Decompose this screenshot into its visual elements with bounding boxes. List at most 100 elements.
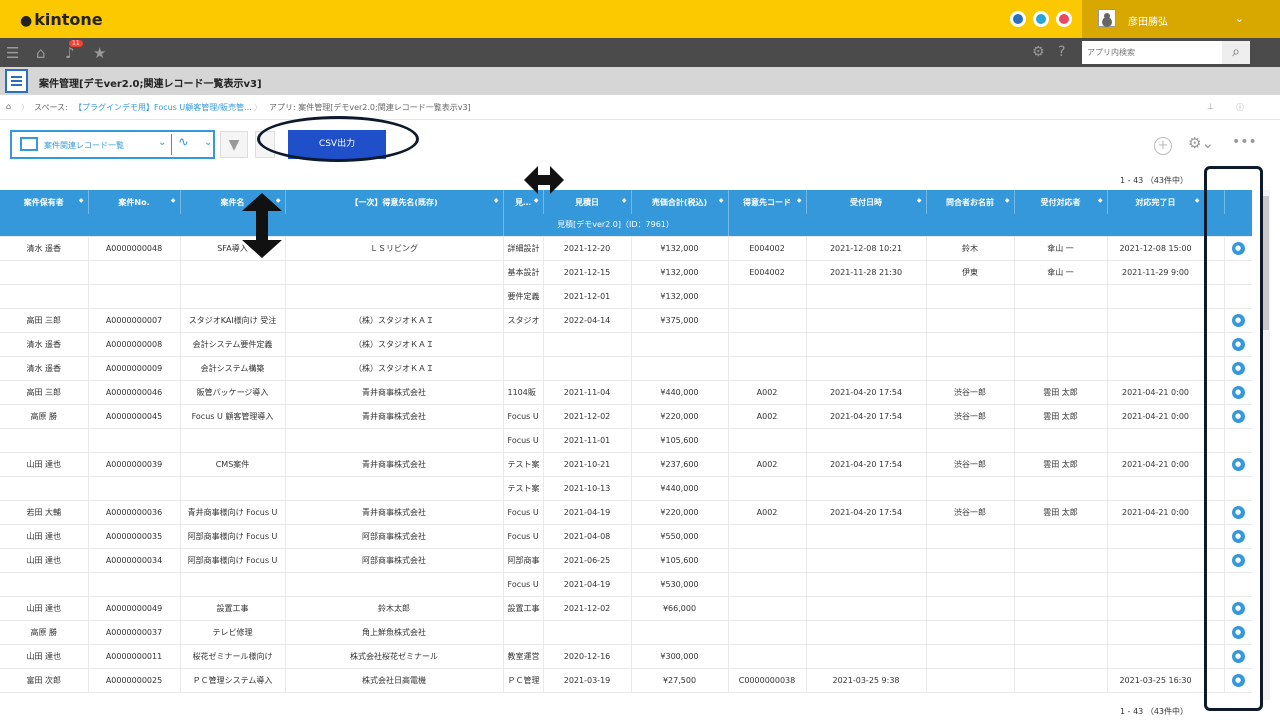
table-cell: 高原 勝 [0, 620, 89, 645]
table-cell: ¥105,600 [631, 548, 729, 573]
app-title: 案件管理[デモver2.0;関連レコード一覧表示v3] [39, 79, 262, 90]
table-row[interactable]: Focus U 2021-11-01 ¥105,600 [0, 428, 1252, 453]
chevron-down-icon[interactable]: ⌄ [204, 137, 212, 148]
table-cell: 鈴木太郎 [285, 596, 504, 621]
help-icon[interactable]: ? [1058, 44, 1065, 60]
table-row[interactable]: 高原 勝 A0000000045 Focus U 顧客管理導入 青井商事株式会社 Foc… [0, 404, 1252, 429]
table-row[interactable]: 清水 遥香 A0000000009 会計システム構築 （株）スタジオＫＡＩ ● [0, 356, 1252, 381]
sort-icon[interactable]: ◆ [797, 197, 802, 204]
filter-icon[interactable]: ▼ [220, 131, 248, 158]
table-cell [728, 308, 807, 333]
table-row[interactable]: 若田 大輔 A0000000036 青井商事様向け Focus U 青井商事株式会社 F… [0, 500, 1252, 525]
table-cell: 山田 達也 [0, 524, 89, 549]
table-cell: 2021-12-08 10:21 [806, 236, 927, 261]
info-icon[interactable]: ⓘ [1236, 102, 1244, 113]
table-row[interactable]: 高田 三郎 A0000000046 販管パッケージ導入 青井商事株式会社 1104販 20… [0, 380, 1252, 405]
record-table: 案件保有者◆案件No.◆案件名◆↓【一次】得意先名(既存)◆見…◆見積日◆売価合… [0, 190, 1252, 720]
table-cell [728, 620, 807, 645]
graph-icon[interactable]: ∿ [178, 135, 189, 150]
sort-icon[interactable]: ◆ [534, 197, 539, 204]
gear-icon[interactable]: ⚙ [1032, 44, 1045, 60]
mail-service-icon[interactable] [1056, 11, 1072, 27]
search-icon[interactable]: ⌕ [1222, 41, 1250, 64]
column-header[interactable]: 売価合計(税込) ◆ [631, 190, 729, 214]
sort-icon[interactable]: ◆ [494, 197, 499, 204]
table-row[interactable]: 富田 次郎 A0000000025 ＰＣ管理システム導入 株式会社日高電機 ＰＣ管理 20… [0, 668, 1252, 693]
table-row[interactable]: 高原 勝 A0000000037 テレビ修理 角上鮮魚株式会社 ● [0, 620, 1252, 645]
table-cell: 角上鮮魚株式会社 [285, 620, 504, 645]
table-row[interactable]: 要件定義 2021-12-01 ¥132,000 [0, 284, 1252, 309]
table-row[interactable]: テスト案 2021-10-13 ¥440,000 [0, 476, 1252, 501]
home-icon[interactable]: ⌂ [36, 44, 46, 62]
breadcrumb-separator: 〉 [21, 103, 29, 112]
column-header[interactable]: 【一次】得意先名(既存) ◆ [285, 190, 504, 214]
sort-icon[interactable]: ◆ [1098, 197, 1103, 204]
table-cell [285, 260, 504, 285]
column-header[interactable]: 受付対応者 ◆ [1014, 190, 1108, 214]
more-options-icon[interactable]: ••• [1232, 134, 1257, 150]
table-cell [806, 476, 927, 501]
table-cell: ¥220,000 [631, 404, 729, 429]
table-cell: 鈴木 [926, 236, 1015, 261]
star-icon[interactable]: ★ [93, 44, 106, 62]
table-cell: A0000000035 [88, 524, 181, 549]
table-row[interactable]: 山田 達也 A0000000011 桜花ゼミナール様向け 株式会社桜花ゼミナール 教室運… [0, 644, 1252, 669]
column-header[interactable]: 案件保有者 ◆ [0, 190, 89, 214]
table-cell: A0000000045 [88, 404, 181, 429]
table-cell [1107, 476, 1205, 501]
table-cell [1107, 308, 1205, 333]
column-header[interactable]: 問合者お名前 ◆ [926, 190, 1015, 214]
table-row[interactable]: 清水 遥香 A0000000008 会計システム要件定義 （株）スタジオＫＡＩ ● [0, 332, 1252, 357]
table-row[interactable]: 高田 三郎 A0000000007 スタジオKAI様向け 受注 （株）スタジオＫＡＩ ス… [0, 308, 1252, 333]
table-cell [728, 356, 807, 381]
column-header[interactable]: 受付日時 ◆ [806, 190, 927, 214]
sort-icon[interactable]: ◆ [171, 197, 176, 204]
view-selector[interactable]: 案件関連レコード一覧 ⌄ ∿ ⌄ [10, 130, 215, 159]
column-header[interactable]: 案件No. ◆ [88, 190, 181, 214]
table-cell: 設置工事 [180, 596, 286, 621]
table-row[interactable]: 山田 達也 A0000000049 設置工事 鈴木太郎 設置工事 2021-12-02 ¥6… [0, 596, 1252, 621]
user-menu[interactable]: 彦田勝弘 ⌄ [1082, 0, 1280, 38]
table-cell: 2021-03-25 9:38 [806, 668, 927, 693]
sort-icon[interactable]: ◆ [1195, 197, 1200, 204]
table-row[interactable]: 山田 達也 A0000000035 阿部商事様向け Focus U 阿部商事株式会社 F… [0, 524, 1252, 549]
table-scrollbar[interactable] [1262, 190, 1270, 700]
table-cell [503, 356, 544, 381]
column-header[interactable]: 得意先コード ◆ [728, 190, 807, 214]
table-row[interactable]: 清水 遥香 A0000000048 SFA導入 ＬＳリビング 詳細設計 2021-12-2… [0, 236, 1252, 261]
view-list-dropdown[interactable]: 案件関連レコード一覧 ⌄ [14, 134, 172, 155]
breadcrumb-space-link[interactable]: 【プラグインデモ用】Focus U顧客管理/販売管… [74, 102, 252, 113]
scroll-thumb[interactable] [1263, 196, 1269, 330]
garoon-service-icon[interactable] [1033, 11, 1049, 27]
pin-icon[interactable]: ⊥ [1207, 102, 1214, 111]
breadcrumb-app-link[interactable]: アプリ: 案件管理[デモver2.0;関連レコード一覧表示v3] [269, 102, 471, 113]
table-cell [1014, 644, 1108, 669]
sort-icon[interactable]: ◆ [622, 197, 627, 204]
table-cell: 2020-12-16 [543, 644, 632, 669]
sort-icon[interactable]: ◆ [719, 197, 724, 204]
add-record-icon[interactable]: + [1154, 137, 1172, 155]
breadcrumb-home-icon[interactable]: ⌂ [6, 102, 11, 111]
app-search-input[interactable] [1082, 41, 1222, 64]
sort-icon[interactable]: ◆ [917, 197, 922, 204]
table-cell: 阿部商事 [503, 548, 544, 573]
column-header[interactable]: 対応完了日 ◆ [1107, 190, 1205, 214]
menu-icon[interactable]: ☰ [6, 44, 19, 62]
table-cell: 2021-06-25 [543, 548, 632, 573]
table-cell: テレビ修理 [180, 620, 286, 645]
table-cell: ¥132,000 [631, 260, 729, 285]
sort-icon[interactable]: ◆ [79, 197, 84, 204]
table-cell [0, 572, 89, 597]
table-row[interactable]: Focus U 2021-04-19 ¥530,000 [0, 572, 1252, 597]
table-row[interactable]: 山田 達也 A0000000034 阿部商事様向け Focus U 阿部商事株式会社阿… [0, 548, 1252, 573]
table-cell [1014, 668, 1108, 693]
sort-icon[interactable]: ◆ [1005, 197, 1010, 204]
kintone-logo[interactable]: ● kintone [20, 10, 103, 29]
google-service-icon[interactable] [1010, 11, 1026, 27]
table-row[interactable]: 基本設計 2021-12-15 ¥132,000 E004002 2021-11-28 … [0, 260, 1252, 285]
table-cell [631, 620, 729, 645]
table-cell [926, 548, 1015, 573]
table-cell [0, 260, 89, 285]
table-row[interactable]: 山田 達也 A0000000039 CMS案件 青井商事株式会社 テスト案 2021-10… [0, 452, 1252, 477]
app-settings-icon[interactable]: ⚙⌄ [1188, 134, 1214, 152]
